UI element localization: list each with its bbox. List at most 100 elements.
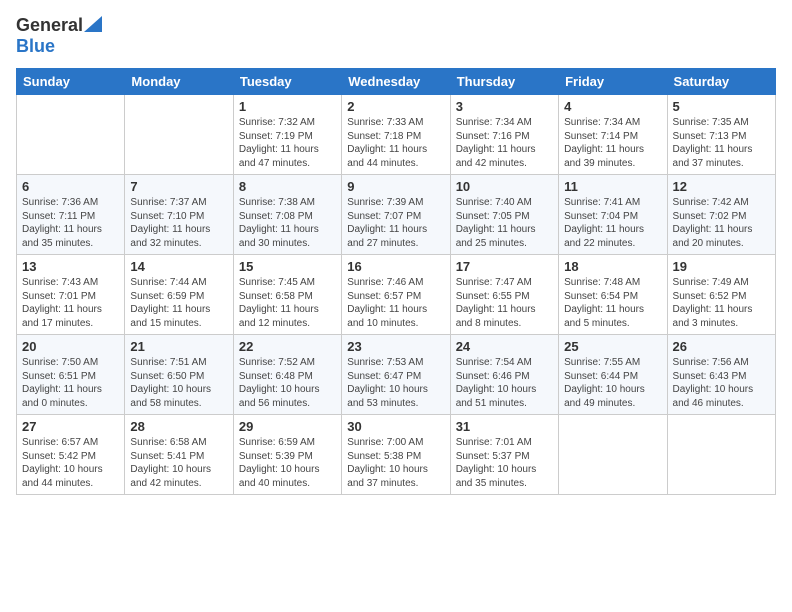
day-number: 2 [347,99,444,114]
logo: General Blue [16,16,102,56]
col-header-saturday: Saturday [667,69,775,95]
calendar-cell: 16 Sunrise: 7:46 AM Sunset: 6:57 PM Dayli… [342,255,450,335]
calendar-cell [17,95,125,175]
col-header-monday: Monday [125,69,233,95]
calendar-cell: 1 Sunrise: 7:32 AM Sunset: 7:19 PM Daylig… [233,95,341,175]
day-info: Sunrise: 7:39 AM Sunset: 7:07 PM Dayligh… [347,196,444,250]
day-number: 27 [22,419,119,434]
day-number: 26 [673,339,770,354]
day-info: Sunrise: 7:56 AM Sunset: 6:43 PM Dayligh… [673,356,770,410]
page-header: General Blue [16,16,776,56]
calendar-week-2: 6Sunrise: 7:36 AM Sunset: 7:11 PM Daylig… [17,175,776,255]
day-info: Sunrise: 7:34 AM Sunset: 7:14 PM Dayligh… [564,116,661,170]
logo-blue-text: Blue [16,37,102,57]
calendar-week-3: 13 Sunrise: 7:43 AM Sunset: 7:01 PM Dayli… [17,255,776,335]
calendar-cell: 2 Sunrise: 7:33 AM Sunset: 7:18 PM Daylig… [342,95,450,175]
day-info: Sunrise: 7:42 AM Sunset: 7:02 PM Dayligh… [673,196,770,250]
day-info: Sunrise: 7:35 AM Sunset: 7:13 PM Dayligh… [673,116,770,170]
day-info: Sunrise: 7:37 AM Sunset: 7:10 PM Dayligh… [130,196,227,250]
day-number: 9 [347,179,444,194]
calendar-cell: 14 Sunrise: 7:44 AM Sunset: 6:59 PM Dayli… [125,255,233,335]
day-number: 10 [456,179,553,194]
day-number: 20 [22,339,119,354]
day-info: Sunrise: 7:41 AM Sunset: 7:04 PM Dayligh… [564,196,661,250]
day-info: Sunrise: 7:32 AM Sunset: 7:19 PM Dayligh… [239,116,336,170]
day-number: 4 [564,99,661,114]
day-info: Sunrise: 7:48 AM Sunset: 6:54 PM Dayligh… [564,276,661,330]
day-info: Sunrise: 7:43 AM Sunset: 7:01 PM Dayligh… [22,276,119,330]
calendar-cell: 23 Sunrise: 7:53 AM Sunset: 6:47 PM Dayli… [342,335,450,415]
calendar-cell: 3 Sunrise: 7:34 AM Sunset: 7:16 PM Daylig… [450,95,558,175]
day-info: Sunrise: 7:50 AM Sunset: 6:51 PM Dayligh… [22,356,119,410]
calendar-cell: 24 Sunrise: 7:54 AM Sunset: 6:46 PM Dayli… [450,335,558,415]
day-number: 29 [239,419,336,434]
calendar-cell: 15 Sunrise: 7:45 AM Sunset: 6:58 PM Dayli… [233,255,341,335]
calendar-cell: 20 Sunrise: 7:50 AM Sunset: 6:51 PM Dayli… [17,335,125,415]
day-number: 7 [130,179,227,194]
calendar-cell: 21Sunrise: 7:51 AM Sunset: 6:50 PM Dayli… [125,335,233,415]
day-info: Sunrise: 7:00 AM Sunset: 5:38 PM Dayligh… [347,436,444,490]
day-number: 15 [239,259,336,274]
day-number: 31 [456,419,553,434]
day-number: 14 [130,259,227,274]
calendar-cell: 30 Sunrise: 7:00 AM Sunset: 5:38 PM Dayli… [342,415,450,495]
day-info: Sunrise: 7:45 AM Sunset: 6:58 PM Dayligh… [239,276,336,330]
calendar-cell: 29 Sunrise: 6:59 AM Sunset: 5:39 PM Dayli… [233,415,341,495]
calendar-cell: 22 Sunrise: 7:52 AM Sunset: 6:48 PM Dayli… [233,335,341,415]
calendar-cell: 9 Sunrise: 7:39 AM Sunset: 7:07 PM Daylig… [342,175,450,255]
day-number: 13 [22,259,119,274]
col-header-thursday: Thursday [450,69,558,95]
calendar-cell: 13 Sunrise: 7:43 AM Sunset: 7:01 PM Dayli… [17,255,125,335]
day-number: 11 [564,179,661,194]
calendar-cell: 25 Sunrise: 7:55 AM Sunset: 6:44 PM Dayli… [559,335,667,415]
calendar-cell [125,95,233,175]
day-info: Sunrise: 7:34 AM Sunset: 7:16 PM Dayligh… [456,116,553,170]
calendar-cell: 18Sunrise: 7:48 AM Sunset: 6:54 PM Dayli… [559,255,667,335]
day-info: Sunrise: 7:52 AM Sunset: 6:48 PM Dayligh… [239,356,336,410]
day-number: 28 [130,419,227,434]
day-info: Sunrise: 7:55 AM Sunset: 6:44 PM Dayligh… [564,356,661,410]
day-number: 1 [239,99,336,114]
col-header-sunday: Sunday [17,69,125,95]
day-number: 23 [347,339,444,354]
calendar-cell: 27Sunrise: 6:57 AM Sunset: 5:42 PM Dayli… [17,415,125,495]
day-number: 3 [456,99,553,114]
calendar-cell: 12 Sunrise: 7:42 AM Sunset: 7:02 PM Dayli… [667,175,775,255]
calendar-cell: 11 Sunrise: 7:41 AM Sunset: 7:04 PM Dayli… [559,175,667,255]
day-number: 30 [347,419,444,434]
logo-icon [84,16,102,32]
day-info: Sunrise: 7:46 AM Sunset: 6:57 PM Dayligh… [347,276,444,330]
day-info: Sunrise: 7:01 AM Sunset: 5:37 PM Dayligh… [456,436,553,490]
day-number: 8 [239,179,336,194]
day-number: 16 [347,259,444,274]
day-number: 25 [564,339,661,354]
calendar-cell: 6Sunrise: 7:36 AM Sunset: 7:11 PM Daylig… [17,175,125,255]
calendar-week-5: 27Sunrise: 6:57 AM Sunset: 5:42 PM Dayli… [17,415,776,495]
day-info: Sunrise: 7:33 AM Sunset: 7:18 PM Dayligh… [347,116,444,170]
calendar-cell [667,415,775,495]
calendar-week-1: 1 Sunrise: 7:32 AM Sunset: 7:19 PM Daylig… [17,95,776,175]
day-info: Sunrise: 7:36 AM Sunset: 7:11 PM Dayligh… [22,196,119,250]
calendar-cell: 5 Sunrise: 7:35 AM Sunset: 7:13 PM Daylig… [667,95,775,175]
day-info: Sunrise: 7:54 AM Sunset: 6:46 PM Dayligh… [456,356,553,410]
day-number: 17 [456,259,553,274]
day-number: 19 [673,259,770,274]
col-header-friday: Friday [559,69,667,95]
calendar-cell: 7 Sunrise: 7:37 AM Sunset: 7:10 PM Daylig… [125,175,233,255]
day-number: 22 [239,339,336,354]
calendar-cell: 19Sunrise: 7:49 AM Sunset: 6:52 PM Dayli… [667,255,775,335]
day-number: 24 [456,339,553,354]
day-number: 12 [673,179,770,194]
calendar-cell: 4 Sunrise: 7:34 AM Sunset: 7:14 PM Daylig… [559,95,667,175]
day-number: 5 [673,99,770,114]
col-header-wednesday: Wednesday [342,69,450,95]
day-info: Sunrise: 7:38 AM Sunset: 7:08 PM Dayligh… [239,196,336,250]
day-info: Sunrise: 7:53 AM Sunset: 6:47 PM Dayligh… [347,356,444,410]
logo-general-text: General [16,16,102,37]
day-info: Sunrise: 7:47 AM Sunset: 6:55 PM Dayligh… [456,276,553,330]
day-info: Sunrise: 6:59 AM Sunset: 5:39 PM Dayligh… [239,436,336,490]
day-info: Sunrise: 7:51 AM Sunset: 6:50 PM Dayligh… [130,356,227,410]
col-header-tuesday: Tuesday [233,69,341,95]
calendar-cell: 17 Sunrise: 7:47 AM Sunset: 6:55 PM Dayli… [450,255,558,335]
day-info: Sunrise: 7:44 AM Sunset: 6:59 PM Dayligh… [130,276,227,330]
